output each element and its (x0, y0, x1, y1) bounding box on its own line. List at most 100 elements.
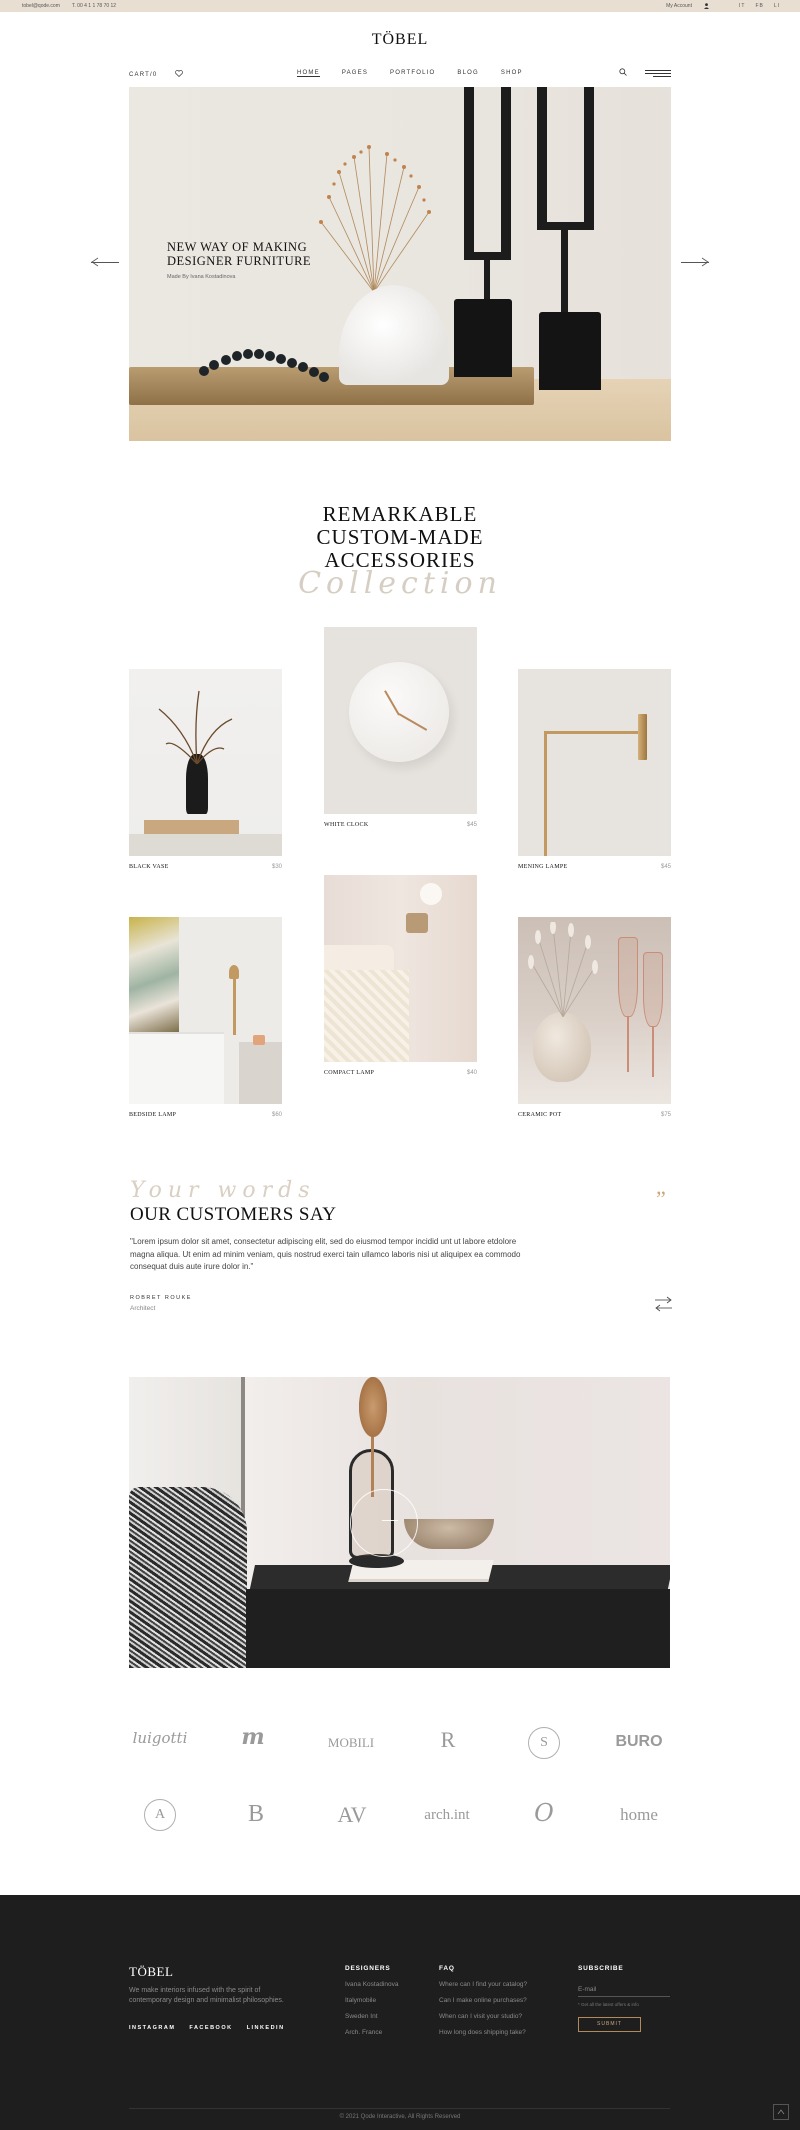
product-price: $75 (660, 1112, 671, 1118)
brand-logo-5[interactable]: S (509, 1727, 579, 1759)
footer-designer-link[interactable]: Arch. France (345, 2029, 398, 2036)
nav-blog[interactable]: BLOG (457, 70, 478, 77)
footer-subscribe-title: SUBSCRIBE (578, 1965, 624, 1972)
subscribe-submit-button[interactable]: SUBMIT (578, 2017, 641, 2032)
nav-portfolio[interactable]: PORTFOLIO (390, 70, 435, 77)
testimonial-script-text: Your words (130, 1178, 316, 1203)
brand-logo-4[interactable]: R (413, 1727, 483, 1753)
collection-script-text: Collection (298, 566, 502, 601)
hamburger-menu-icon[interactable] (645, 69, 671, 77)
collection-heading-line-1: REMARKABLE (322, 502, 478, 526)
product-name[interactable]: BEDSIDE LAMP (129, 1112, 176, 1118)
footer-linkedin-link[interactable]: LINKEDIN (247, 2025, 285, 2031)
product-name[interactable]: COMPACT LAMP (324, 1070, 374, 1076)
quote-mark-icon: ” (656, 1186, 666, 1211)
hero-slider: NEW WAY OF MAKING DESIGNER FURNITURE Mad… (129, 87, 671, 441)
play-button-icon[interactable] (382, 1520, 398, 1524)
product-card-compact-lamp[interactable]: COMPACT LAMP $40 (324, 875, 477, 1076)
top-bar: tobel@qode.com T. 00 4 1 1 78 70 12 My A… (0, 0, 800, 12)
heart-icon[interactable] (175, 70, 184, 79)
collection-heading: REMARKABLE CUSTOM-MADE ACCESSORIES (0, 503, 800, 572)
brand-logo-10[interactable]: arch.int (412, 1807, 482, 1824)
nav-home[interactable]: HOME (297, 70, 320, 77)
product-image[interactable] (518, 917, 671, 1104)
footer-faq-title: FAQ (439, 1965, 455, 1972)
product-card-bedside-lamp[interactable]: BEDSIDE LAMP $60 (129, 917, 282, 1118)
footer-instagram-link[interactable]: INSTAGRAM (129, 2025, 175, 2031)
dried-flowers-image (319, 145, 431, 292)
nav-pages[interactable]: PAGES (342, 70, 368, 77)
main-navigation: CART/0 HOME PAGES PORTFOLIO BLOG SHOP (129, 68, 671, 80)
nav-shop[interactable]: SHOP (501, 70, 523, 77)
back-to-top-icon[interactable] (773, 2104, 789, 2120)
brand-logo-1[interactable]: luigotti (125, 1729, 195, 1747)
product-price: $45 (466, 822, 477, 828)
testimonial-title: OUR CUSTOMERS SAY (130, 1204, 337, 1225)
hero-subtitle: Made By Ivana Kostadinova (167, 274, 236, 280)
topbar-phone[interactable]: T. 00 4 1 1 78 70 12 (72, 3, 116, 9)
brand-logo-7-letter: A (144, 1799, 176, 1831)
testimonial-next-arrow-icon[interactable] (655, 1296, 672, 1304)
product-image[interactable] (324, 875, 477, 1062)
user-icon[interactable] (703, 3, 709, 9)
product-card-black-vase[interactable]: BLACK VASE $30 (129, 669, 282, 870)
product-price: $40 (466, 1070, 477, 1076)
product-name[interactable]: MENING LAMPE (518, 864, 567, 870)
social-link-li[interactable]: LI (774, 3, 780, 9)
product-image[interactable] (129, 669, 282, 856)
product-name[interactable]: CERAMIC POT (518, 1112, 561, 1118)
footer-designer-link[interactable]: Sweden Int (345, 2013, 398, 2020)
footer-designer-link[interactable]: Ivana Kostadinova (345, 1981, 398, 1988)
testimonial-author: ROBRET ROUKE (130, 1295, 192, 1301)
footer-about-text: We make interiors infused with the spiri… (129, 1987, 284, 2004)
footer-copyright: © 2021 Qode Interactive, All Rights Rese… (339, 2114, 461, 2120)
brand-logo-8[interactable]: B (221, 1801, 291, 1828)
product-card-white-clock[interactable]: WHITE CLOCK $45 (324, 627, 477, 828)
hero-title: NEW WAY OF MAKING DESIGNER FURNITURE (167, 240, 311, 268)
site-logo[interactable]: TÖBEL (0, 31, 800, 49)
brand-logo-5-letter: S (528, 1727, 560, 1759)
my-account-link[interactable]: My Account (666, 3, 692, 9)
footer-designers-title: DESIGNERS (345, 1965, 391, 1972)
brand-logo-12[interactable]: home (604, 1805, 674, 1825)
footer-faq-link[interactable]: How long does shipping take? (439, 2029, 527, 2036)
footer-facebook-link[interactable]: FACEBOOK (189, 2025, 232, 2031)
product-image[interactable] (129, 917, 282, 1104)
hero-next-arrow-icon[interactable] (681, 257, 709, 267)
cart-link[interactable]: CART/0 (129, 72, 157, 78)
product-card-ceramic-pot[interactable]: CERAMIC POT $75 (518, 917, 671, 1118)
brand-logo-11[interactable]: O (509, 1799, 579, 1827)
brand-logo-7[interactable]: A (125, 1799, 195, 1831)
product-name[interactable]: WHITE CLOCK (324, 822, 368, 828)
footer-designer-link[interactable]: Italymobile (345, 1997, 398, 2004)
brand-logo-6[interactable]: BURO (604, 1733, 674, 1751)
topbar-email[interactable]: tobel@qode.com (22, 3, 60, 9)
product-image[interactable] (324, 627, 477, 814)
collection-heading-line-2: CUSTOM-MADE (316, 525, 484, 549)
hero-title-line-1: NEW WAY OF MAKING (167, 240, 308, 254)
product-name[interactable]: BLACK VASE (129, 864, 169, 870)
testimonial-prev-arrow-icon[interactable] (655, 1304, 672, 1312)
footer-faq-link[interactable]: Can I make online purchases? (439, 1997, 527, 2004)
search-icon[interactable] (619, 68, 627, 78)
subscribe-email-input[interactable]: E-mail (578, 1984, 670, 1997)
product-card-mening-lampe[interactable]: MENING LAMPE $45 (518, 669, 671, 870)
social-link-fb[interactable]: FB (755, 3, 763, 9)
product-image[interactable] (518, 669, 671, 856)
product-price: $60 (271, 1112, 282, 1118)
social-link-it[interactable]: IT (739, 3, 745, 9)
testimonial-arrows (655, 1296, 672, 1312)
footer-faq-link[interactable]: Where can I find your catalog? (439, 1981, 527, 1988)
brand-logo-9[interactable]: AV (317, 1802, 387, 1828)
testimonial-text: "Lorem ipsum dolor sit amet, consectetur… (130, 1237, 521, 1271)
brand-logo-3[interactable]: MOBILI (316, 1735, 386, 1751)
product-price: $30 (271, 864, 282, 870)
footer-logo[interactable]: TÖBEL (129, 1964, 173, 1980)
brand-logo-2[interactable]: m (218, 1724, 288, 1750)
product-price: $45 (660, 864, 671, 870)
testimonial-role: Architect (130, 1305, 156, 1312)
site-footer: TÖBEL We make interiors infused with the… (0, 1895, 800, 2130)
hero-title-line-2: DESIGNER FURNITURE (167, 254, 312, 268)
hero-prev-arrow-icon[interactable] (91, 257, 119, 267)
footer-faq-link[interactable]: When can I visit your studio? (439, 2013, 527, 2020)
